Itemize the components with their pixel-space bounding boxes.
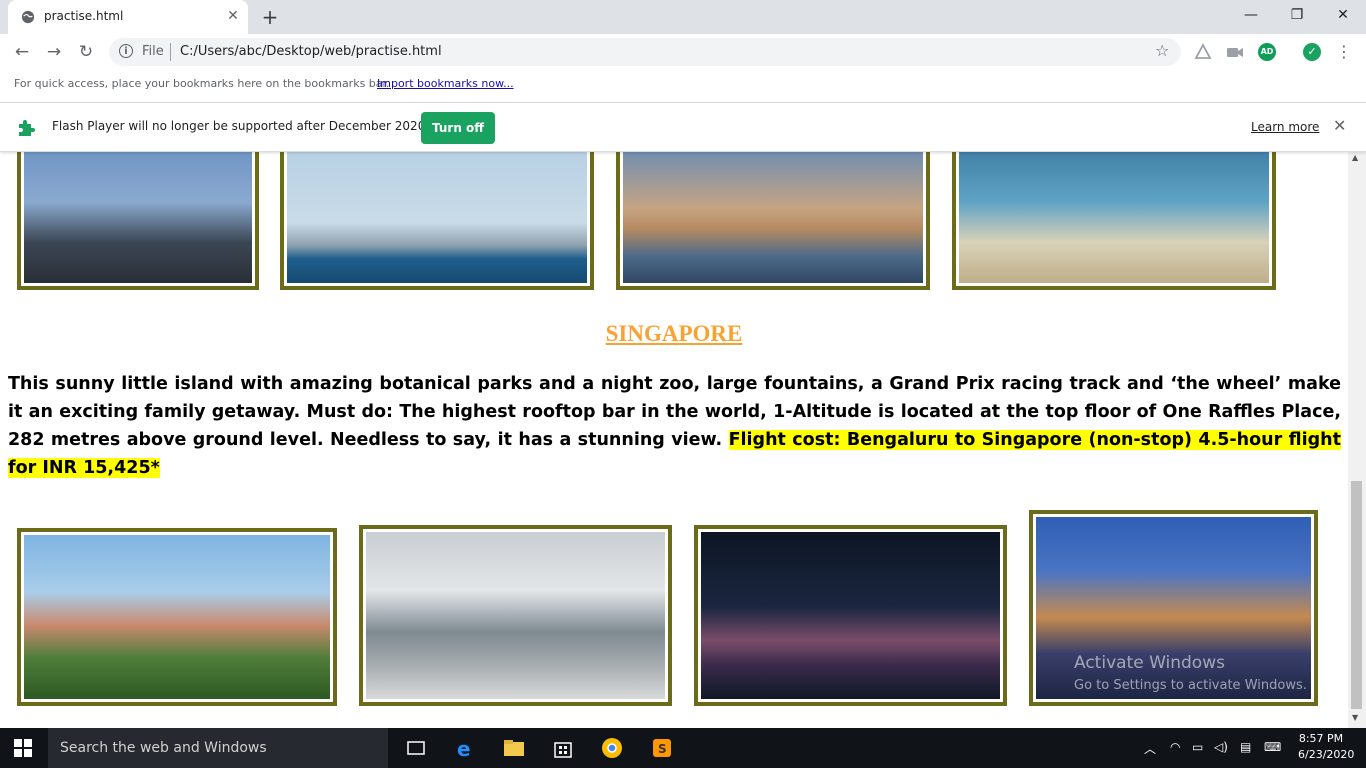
keyboard-icon[interactable]: ⌨ xyxy=(1264,740,1281,754)
window-close-icon[interactable]: ✕ xyxy=(1320,0,1366,30)
infobar-close-icon[interactable]: ✕ xyxy=(1333,116,1346,135)
file-explorer-icon[interactable] xyxy=(502,736,526,760)
photo-burj-al-arab xyxy=(280,151,594,290)
photo-marina-bay-night xyxy=(694,525,1007,706)
photo-merlion-night xyxy=(1029,510,1318,706)
address-bar[interactable]: i File C:/Users/abc/Desktop/web/practise… xyxy=(109,38,1181,66)
camera-icon[interactable] xyxy=(1226,43,1244,61)
shield-check-icon[interactable]: ✓ xyxy=(1303,43,1321,61)
reload-icon[interactable]: ↻ xyxy=(74,40,98,64)
activate-windows-title: Activate Windows xyxy=(1074,653,1225,673)
profile-avatar[interactable]: AD xyxy=(1258,43,1276,61)
page-title: SINGAPORE xyxy=(605,321,743,346)
task-view-icon[interactable] xyxy=(404,736,428,760)
volume-icon[interactable]: ◁) xyxy=(1214,740,1228,754)
bookmarks-message: For quick access, place your bookmarks h… xyxy=(14,77,390,90)
page-content: SINGAPORE This sunny little island with … xyxy=(0,151,1348,728)
battery-icon[interactable]: ▭ xyxy=(1192,740,1203,754)
url-text[interactable]: C:/Users/abc/Desktop/web/practise.html xyxy=(180,44,442,59)
activate-windows-subtitle: Go to Settings to activate Windows. xyxy=(1074,678,1307,693)
taskbar-search-box[interactable]: Search the web and Windows xyxy=(48,728,388,768)
store-icon[interactable] xyxy=(551,736,575,760)
tab-title: practise.html xyxy=(44,9,124,23)
more-menu-icon[interactable]: ⋮ xyxy=(1336,42,1352,62)
back-arrow-icon[interactable]: ← xyxy=(10,40,34,64)
scroll-up-icon[interactable]: ▲ xyxy=(1352,153,1358,162)
photo-singapore-gardens xyxy=(17,528,337,706)
action-center-icon[interactable]: ▤ xyxy=(1240,740,1251,754)
bookmarks-bar: For quick access, place your bookmarks h… xyxy=(0,70,1366,103)
windows-taskbar: Search the web and Windows e S ︿ ◠ ▭ ◁) … xyxy=(0,728,1366,768)
bookmark-star-icon[interactable]: ☆ xyxy=(1155,41,1169,60)
page-scrollbar[interactable]: ▲ ▼ xyxy=(1348,151,1366,728)
import-bookmarks-link[interactable]: Import bookmarks now... xyxy=(377,77,514,90)
puzzle-piece-icon xyxy=(19,120,35,136)
globe-icon xyxy=(21,10,35,24)
infobar-message: Flash Player will no longer be supported… xyxy=(52,119,430,133)
minimize-icon[interactable]: — xyxy=(1228,0,1274,30)
restore-icon[interactable]: ❐ xyxy=(1274,0,1320,30)
tab-close-icon[interactable]: ✕ xyxy=(224,7,242,25)
taskbar-clock[interactable]: 8:57 PM 6/23/2020 xyxy=(1298,731,1355,763)
turn-off-button[interactable]: Turn off xyxy=(421,112,495,144)
browser-toolbar: ← → ↻ i File C:/Users/abc/Desktop/web/pr… xyxy=(0,34,1366,70)
new-tab-icon[interactable]: + xyxy=(258,5,282,29)
learn-more-link[interactable]: Learn more xyxy=(1251,120,1319,134)
network-icon[interactable]: ◠ xyxy=(1170,740,1180,754)
edge-browser-icon[interactable]: e xyxy=(454,736,478,760)
forward-arrow-icon[interactable]: → xyxy=(42,40,66,64)
svg-text:S: S xyxy=(658,742,667,756)
chrome-icon[interactable] xyxy=(600,736,624,760)
chevron-up-icon[interactable]: ︿ xyxy=(1144,740,1156,757)
description-paragraph: This sunny little island with amazing bo… xyxy=(8,370,1341,482)
clock-time: 8:57 PM xyxy=(1298,732,1344,745)
taskbar-search-placeholder: Search the web and Windows xyxy=(60,740,267,756)
extension-triangle-icon[interactable] xyxy=(1194,43,1212,61)
scrollbar-thumb[interactable] xyxy=(1351,481,1362,709)
photo-merlion-park xyxy=(359,525,672,706)
svg-text:e: e xyxy=(457,737,471,760)
divider xyxy=(170,43,171,61)
sublime-text-icon[interactable]: S xyxy=(650,736,674,760)
scroll-down-icon[interactable]: ▼ xyxy=(1352,713,1358,722)
photo-palm-jumeirah xyxy=(952,151,1276,290)
file-label: File xyxy=(142,44,164,59)
tab-practise[interactable]: practise.html ✕ xyxy=(8,0,248,34)
flash-infobar: Flash Player will no longer be supported… xyxy=(0,103,1366,152)
info-icon[interactable]: i xyxy=(119,44,133,58)
windows-start-icon[interactable] xyxy=(14,739,32,757)
tab-strip: practise.html ✕ + — ❐ ✕ xyxy=(0,0,1366,34)
photo-dubai-marina xyxy=(17,151,259,290)
clock-date: 6/23/2020 xyxy=(1298,748,1355,761)
photo-dubai-skyline xyxy=(616,151,930,290)
